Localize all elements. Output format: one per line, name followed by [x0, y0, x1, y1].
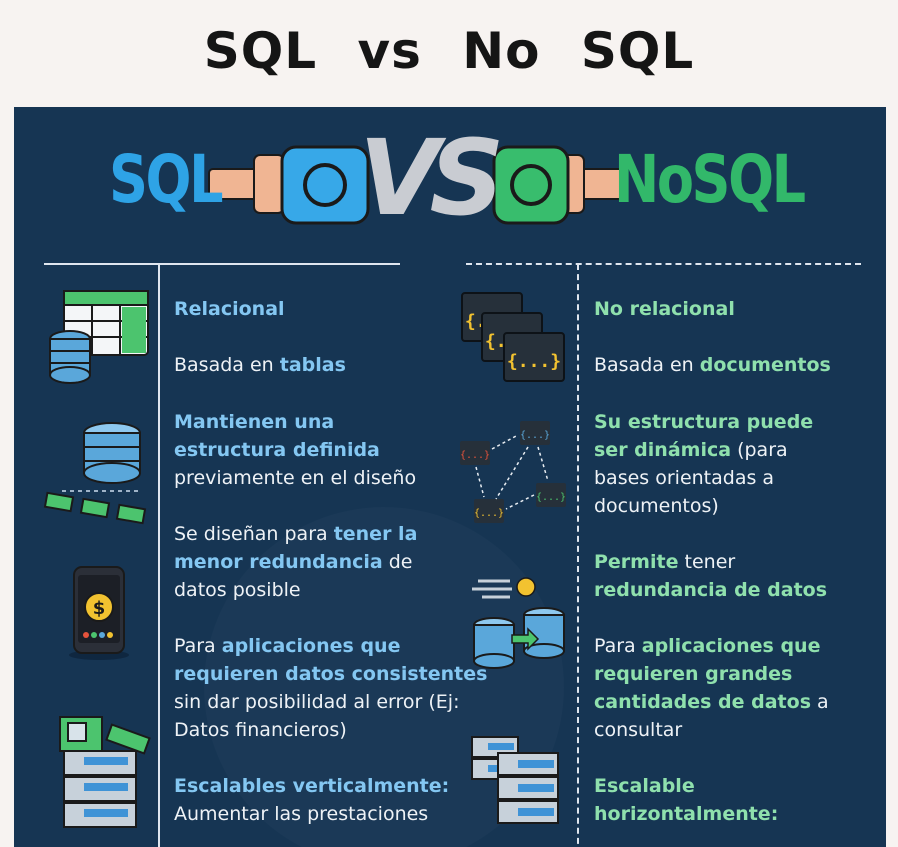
svg-text:{...}: {...} [536, 492, 566, 503]
sql-tables-text: Basada en tablas [174, 354, 346, 376]
sql-scaling-line1: Escalables verticalmente: [174, 775, 450, 797]
nosql-apps-line3: cantidades de datos a [594, 691, 829, 713]
sql-structure-line2: estructura definida [174, 439, 380, 461]
nosql-non-relational-label: No relacional [594, 298, 735, 320]
sql-apps-line2: requieren datos consistentes [174, 663, 488, 685]
svg-text:{...}: {...} [460, 450, 490, 461]
server-scale-up-icon [59, 716, 151, 828]
sql-structure-line1: Mantienen una [174, 411, 335, 433]
sql-redundancy-line1: Se diseñan para tener la [174, 523, 418, 545]
svg-text:{...}: {...} [520, 430, 550, 441]
sql-scaling-line2: Aumentar las prestaciones [174, 803, 429, 825]
table-database-icon [49, 290, 149, 384]
sql-apps-line1: Para aplicaciones que [174, 635, 401, 657]
nosql-dynamic-line3: bases orientadas a [594, 467, 775, 489]
sql-apps-line4: Datos financieros) [174, 719, 347, 741]
server-scale-out-icon [471, 736, 559, 824]
sql-apps-line3: sin dar posibilidad al error (Ej: [174, 691, 460, 713]
infographic-panel: SQL VS NoSQL $ {...} {...} {...} {...} {… [14, 107, 886, 847]
sql-column-divider [44, 263, 400, 265]
nosql-dynamic-line1: Su estructura puede [594, 411, 814, 433]
sql-relational-label: Relacional [174, 298, 285, 320]
svg-text:{...}: {...} [474, 508, 504, 519]
mobile-payment-icon: $ [69, 566, 129, 660]
sql-redundancy-line2: menor redundancia de [174, 551, 413, 573]
hero-sql-label: SQL [109, 141, 224, 218]
hero-nosql-label: NoSQL [614, 141, 806, 218]
svg-text:{...}: {...} [507, 351, 561, 372]
nosql-dynamic-line2: ser dinámica (para [594, 439, 788, 461]
nosql-dynamic-line4: documentos) [594, 495, 719, 517]
document-graph-icon: {...} {...} {...} {...} [460, 421, 566, 523]
nosql-apps-line4: consultar [594, 719, 683, 741]
sql-vertical-line [158, 264, 160, 847]
nosql-apps-line1: Para aplicaciones que [594, 635, 821, 657]
database-schema-icon [43, 422, 147, 525]
nosql-redundancy-line2: redundancia de datos [594, 579, 828, 601]
hero-banner: SQL VS NoSQL [14, 107, 886, 257]
hero-vs-label: VS [359, 117, 504, 239]
nosql-redundancy-line1: Permite tener [594, 551, 736, 573]
documents-json-icon: {...} {...} {...} [461, 292, 565, 382]
nosql-scaling-line2: horizontalmente: [594, 803, 779, 825]
dollar-sign-icon: $ [93, 598, 106, 619]
sql-structure-line3: previamente en el diseño [174, 467, 417, 489]
page-title: SQL vs No SQL [203, 22, 695, 80]
nosql-apps-line2: requieren grandes [594, 663, 793, 685]
nosql-documents-text: Basada en documentos [594, 354, 831, 376]
nosql-scaling-line1: Escalable [594, 775, 695, 797]
nosql-column-divider [466, 263, 861, 265]
sql-redundancy-line3: datos posible [174, 579, 301, 601]
